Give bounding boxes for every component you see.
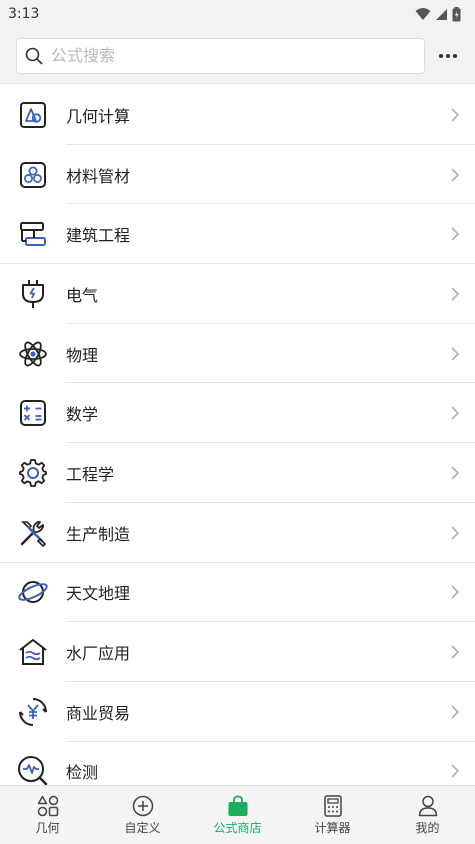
category-label: 材料管材 xyxy=(66,166,131,186)
detection-icon xyxy=(18,756,48,785)
category-label: 电气 xyxy=(66,285,99,305)
category-label: 几何计算 xyxy=(66,106,131,126)
tab-label: 几何 xyxy=(35,820,60,835)
chevron-right-icon xyxy=(451,406,460,420)
tab-calculator[interactable]: 计算器 xyxy=(285,786,380,844)
planet-icon xyxy=(18,581,48,604)
category-item-geometry[interactable]: 几何计算 xyxy=(0,85,475,145)
category-item-trade[interactable]: 商业贸易 xyxy=(0,682,475,742)
construction-icon xyxy=(20,222,46,247)
shopping-bag-icon xyxy=(228,795,247,816)
search-input[interactable] xyxy=(51,46,391,65)
signal-icon xyxy=(436,8,447,20)
status-bar: 3:13 xyxy=(0,0,475,28)
math-icon xyxy=(20,400,46,427)
tab-formula-store[interactable]: 公式商店 xyxy=(190,786,285,844)
category-list: 几何计算 材料管材 建筑工程 电气 物理 数学 工程学 生产制造 天文地理 水厂… xyxy=(0,85,475,785)
category-item-manufacturing[interactable]: 生产制造 xyxy=(0,503,475,563)
battery-icon xyxy=(452,6,461,21)
category-item-astronomy[interactable]: 天文地理 xyxy=(0,563,475,623)
category-label: 工程学 xyxy=(66,464,115,484)
materials-icon xyxy=(20,161,46,188)
calculator-icon xyxy=(323,794,342,817)
chevron-right-icon xyxy=(451,585,460,599)
category-label: 建筑工程 xyxy=(66,226,131,246)
search-area xyxy=(0,28,475,84)
user-icon xyxy=(418,795,437,816)
chevron-right-icon xyxy=(451,705,460,719)
dot xyxy=(453,53,457,58)
status-time: 3:13 xyxy=(8,6,40,22)
tools-icon xyxy=(20,520,47,547)
tab-geometry[interactable]: 几何 xyxy=(0,786,95,844)
chevron-right-icon xyxy=(451,347,460,361)
geometry-icon xyxy=(20,101,46,128)
tab-profile[interactable]: 我的 xyxy=(380,786,475,844)
category-label: 生产制造 xyxy=(66,524,131,544)
gear-icon xyxy=(19,459,47,487)
atom-icon xyxy=(19,341,47,367)
dot xyxy=(446,53,450,58)
chevron-right-icon xyxy=(451,108,460,122)
tab-label: 计算器 xyxy=(314,820,351,835)
category-item-physics[interactable]: 物理 xyxy=(0,324,475,384)
category-label: 商业贸易 xyxy=(66,703,131,723)
bottom-tab-bar: 几何 自定义 公式商店 计算器 我的 xyxy=(0,785,475,844)
water-plant-icon xyxy=(19,639,47,666)
wifi-icon xyxy=(415,8,431,20)
category-label: 天文地理 xyxy=(66,584,131,604)
plus-circle-icon xyxy=(132,795,153,816)
category-label: 数学 xyxy=(66,405,99,425)
chevron-right-icon xyxy=(451,227,460,241)
tab-custom[interactable]: 自定义 xyxy=(95,786,190,844)
category-item-materials[interactable]: 材料管材 xyxy=(0,145,475,205)
electric-plug-icon xyxy=(22,279,44,308)
chevron-right-icon xyxy=(451,167,460,182)
tab-label: 我的 xyxy=(415,820,440,835)
tab-label: 自定义 xyxy=(124,820,161,835)
status-icons xyxy=(415,6,461,22)
search-icon xyxy=(25,47,43,64)
chevron-right-icon xyxy=(451,645,460,659)
chevron-right-icon xyxy=(451,764,460,778)
category-label: 水厂应用 xyxy=(66,644,131,664)
search-box[interactable] xyxy=(16,37,425,74)
tab-label: 公式商店 xyxy=(213,820,262,835)
yuan-exchange-icon xyxy=(19,697,47,726)
geometry-tab-icon xyxy=(37,795,58,816)
chevron-right-icon xyxy=(451,526,460,540)
category-item-electric[interactable]: 电气 xyxy=(0,264,475,324)
category-item-water-plant[interactable]: 水厂应用 xyxy=(0,622,475,682)
category-item-engineering[interactable]: 工程学 xyxy=(0,443,475,503)
category-label: 物理 xyxy=(66,345,99,365)
category-item-math[interactable]: 数学 xyxy=(0,383,475,443)
chevron-right-icon xyxy=(451,287,460,301)
chevron-right-icon xyxy=(451,466,460,480)
more-options-button[interactable] xyxy=(439,38,457,74)
category-label: 检测 xyxy=(66,763,99,783)
category-item-construction[interactable]: 建筑工程 xyxy=(0,204,475,264)
category-item-detection[interactable]: 检测 xyxy=(0,742,475,785)
dot xyxy=(439,53,443,58)
